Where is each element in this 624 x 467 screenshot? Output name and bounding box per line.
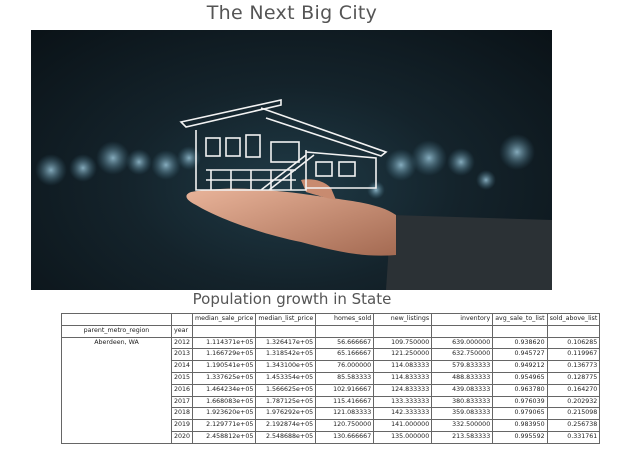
year-cell: 2016 [170, 383, 194, 397]
table-cell: 632.750000 [431, 348, 494, 362]
table-cell: 359.083333 [431, 407, 494, 421]
year-cell: 2020 [170, 430, 194, 444]
table-cell: 1.326417e+05 [255, 336, 317, 350]
hero-image [31, 30, 552, 290]
table-cell: 1.343100e+05 [255, 360, 317, 373]
table-cell: 213.583333 [431, 430, 494, 444]
table-cell: 0.119967 [546, 348, 601, 362]
table-cell: 0.976039 [492, 395, 548, 409]
table-cell: 0.945727 [492, 348, 548, 362]
year-cell: 2017 [170, 395, 194, 409]
table-cell: 102.916667 [315, 383, 375, 397]
table-cell: 1.114371e+05 [192, 336, 257, 350]
table-cell: 1.464234e+05 [192, 383, 257, 397]
index-header-row: parent_metro_region year [61, 324, 601, 338]
table-cell: 380.833333 [431, 395, 494, 409]
table-cell: 1.337625e+05 [192, 371, 257, 385]
table-cell: 0.215098 [546, 407, 601, 421]
table-cell: 135.000000 [373, 430, 433, 444]
index-header: parent_metro_region [61, 324, 172, 338]
year-header: year [170, 324, 194, 338]
table-cell: 1.923620e+05 [192, 407, 257, 421]
year-cell: 2014 [170, 360, 194, 373]
table-cell: 0.202932 [546, 395, 601, 409]
table-cell: 1.976292e+05 [255, 407, 317, 421]
table-cell: 121.250000 [373, 348, 433, 362]
table-cell: 85.583333 [315, 371, 375, 385]
table-cell: 0.954965 [492, 371, 548, 385]
house-on-hand-icon [35, 99, 552, 290]
table-row: Aberdeen, WA 2012 1.114371e+05 1.326417e+05… [61, 336, 601, 444]
column-header: inventory [431, 313, 494, 326]
page-title: The Next Big City [206, 2, 378, 24]
table-cell: 56.666667 [315, 336, 375, 350]
data-table: median_sale_price median_list_price home… [61, 313, 601, 444]
table-cell: 65.166667 [315, 348, 375, 362]
table-cell: 639.000000 [431, 336, 494, 350]
table-cell: 0.164270 [546, 383, 601, 397]
table-cell: 1.190541e+05 [192, 360, 257, 373]
column-header: new_listings [373, 313, 433, 326]
header-blank-year [170, 313, 194, 326]
table-cell: 142.333333 [373, 407, 433, 421]
year-cell: 2018 [170, 407, 194, 421]
table-cell: 1.668083e+05 [192, 395, 257, 409]
table-cell: 0.136773 [546, 360, 601, 373]
table-cell: 133.333333 [373, 395, 433, 409]
table-cell: 0.963780 [492, 383, 548, 397]
table-cell: 0.331761 [546, 430, 601, 444]
year-cell: 2015 [170, 371, 194, 385]
group-label: Aberdeen, WA [61, 336, 172, 444]
table-cell: 439.083333 [431, 383, 494, 397]
header-blank [61, 313, 172, 326]
table-cell: 114.833333 [373, 371, 433, 385]
table-cell: 141.000000 [373, 419, 433, 432]
column-header: median_sale_price [192, 313, 257, 326]
table-cell: 0.995592 [492, 430, 548, 444]
table-cell: 2.129771e+05 [192, 419, 257, 432]
table-cell: 1.453354e+05 [255, 371, 317, 385]
table-cell: 0.983950 [492, 419, 548, 432]
table-cell: 2.548688e+05 [255, 430, 317, 444]
section-title: Population growth in State [192, 290, 392, 308]
table-cell: 0.949212 [492, 360, 548, 373]
table-cell: 579.833333 [431, 360, 494, 373]
table-cell: 1.166729e+05 [192, 348, 257, 362]
table-cell: 1.566625e+05 [255, 383, 317, 397]
table-cell: 120.750000 [315, 419, 375, 432]
table-cell: 488.833333 [431, 371, 494, 385]
column-header-row: median_sale_price median_list_price home… [61, 313, 601, 326]
year-cell: 2019 [170, 419, 194, 432]
table-cell: 332.500000 [431, 419, 494, 432]
column-header: homes_sold [315, 313, 375, 326]
year-cell: 2012 [170, 336, 194, 350]
table-cell: 0.256738 [546, 419, 601, 432]
table-cell: 0.979065 [492, 407, 548, 421]
table-cell: 0.106285 [546, 336, 601, 350]
table-cell: 121.083333 [315, 407, 375, 421]
table-cell: 114.083333 [373, 360, 433, 373]
table-cell: 76.000000 [315, 360, 375, 373]
year-cell: 2013 [170, 348, 194, 362]
table-cell: 1.787125e+05 [255, 395, 317, 409]
table-cell: 115.416667 [315, 395, 375, 409]
column-header: median_list_price [255, 313, 317, 326]
table-cell: 0.938620 [492, 336, 548, 350]
column-header: avg_sale_to_list [492, 313, 548, 326]
table-cell: 0.128775 [546, 371, 601, 385]
table-cell: 124.833333 [373, 383, 433, 397]
table-cell: 2.192874e+05 [255, 419, 317, 432]
table-cell: 2.458812e+05 [192, 430, 257, 444]
column-header: sold_above_list [546, 313, 601, 326]
table-cell: 109.750000 [373, 336, 433, 350]
table-cell: 130.666667 [315, 430, 375, 444]
table-cell: 1.318542e+05 [255, 348, 317, 362]
